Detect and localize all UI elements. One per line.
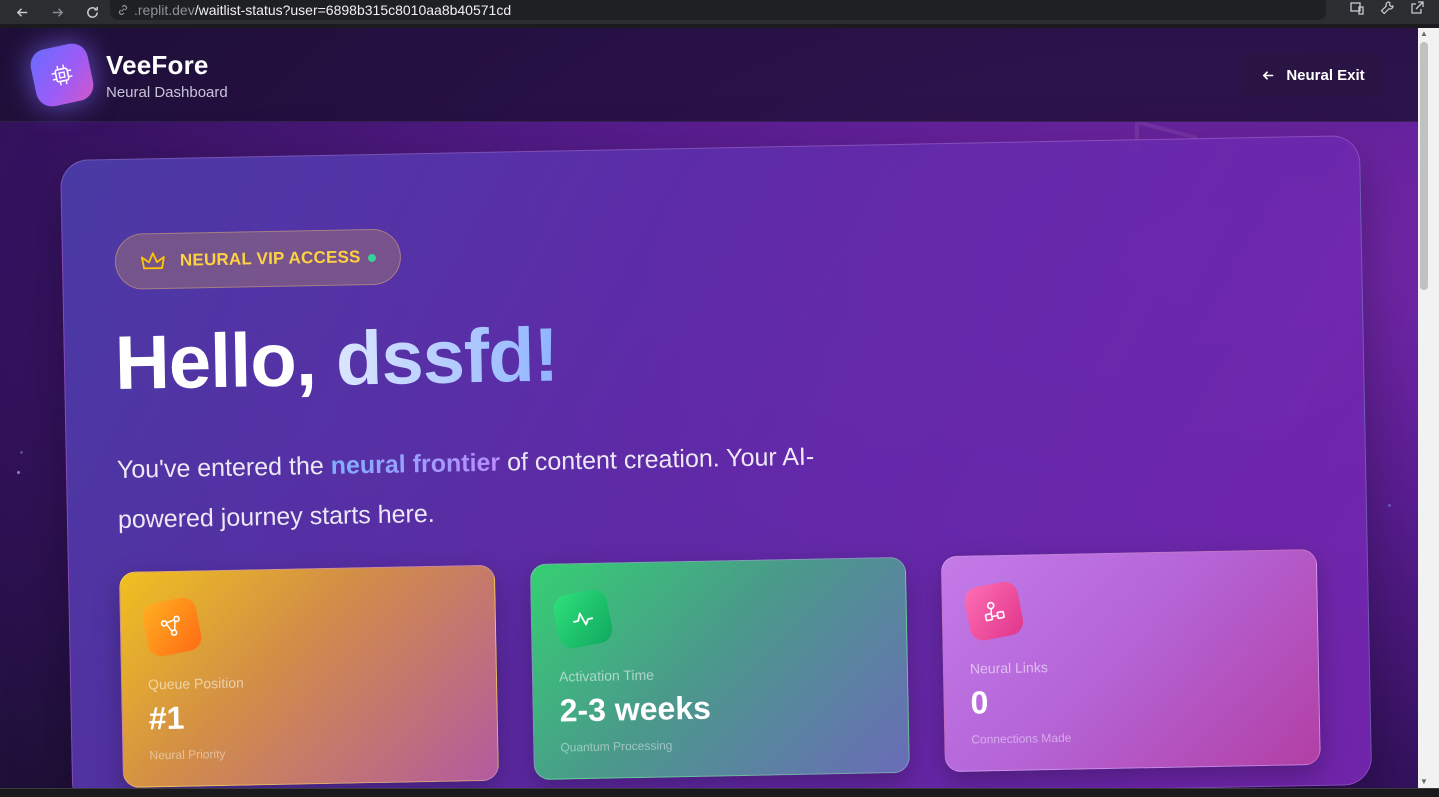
url-host: .replit.dev xyxy=(134,2,195,18)
activity-pulse-icon xyxy=(551,587,615,651)
stat-subtitle: Neural Priority xyxy=(149,746,226,763)
taskbar-strip xyxy=(0,788,1439,797)
device-toggle-icon[interactable] xyxy=(1349,0,1365,21)
greeting-heading: Hello, dssfd! xyxy=(114,311,559,406)
status-dot xyxy=(367,253,377,263)
vertical-scrollbar[interactable]: ▲ ▼ xyxy=(1418,28,1439,788)
scrollbar-thumb[interactable] xyxy=(1420,42,1428,290)
stat-label: Activation Time xyxy=(558,666,655,685)
neural-exit-label: Neural Exit xyxy=(1286,66,1365,84)
stat-label: Neural Links xyxy=(969,659,1048,677)
back-arrow-icon[interactable] xyxy=(10,0,34,24)
page-viewport: VeeFore Neural Dashboard Neural Exit NEU… xyxy=(0,28,1418,788)
reload-icon[interactable] xyxy=(80,0,104,24)
stat-label: Queue Position xyxy=(147,674,244,693)
stat-card-activation-time: Activation Time 2-3 weeks Quantum Proces… xyxy=(529,556,910,781)
network-node-icon xyxy=(140,595,204,659)
logo xyxy=(27,40,97,110)
forward-arrow-icon[interactable] xyxy=(45,0,69,24)
stat-card-queue-position: Queue Position #1 Neural Priority xyxy=(118,564,499,788)
app-header: VeeFore Neural Dashboard Neural Exit xyxy=(0,28,1418,122)
scroll-down-icon[interactable]: ▼ xyxy=(1418,776,1430,788)
stat-subtitle: Connections Made xyxy=(971,730,1072,747)
arrow-left-icon xyxy=(1262,70,1274,80)
wrench-icon[interactable] xyxy=(1379,0,1395,21)
intro-before: You've entered the xyxy=(116,451,331,484)
brand-subtitle: Neural Dashboard xyxy=(106,84,228,101)
stat-subtitle: Quantum Processing xyxy=(560,738,673,755)
intro-text: You've entered the neural frontier of co… xyxy=(116,430,898,545)
link-icon xyxy=(116,3,130,17)
decorative-dot xyxy=(17,471,20,474)
vip-access-label: NEURAL VIP ACCESS xyxy=(179,247,361,270)
chip-icon xyxy=(51,64,73,86)
intro-highlight: neural frontier xyxy=(330,448,501,480)
crown-icon xyxy=(140,252,165,270)
stat-value: #1 xyxy=(148,699,185,737)
decorative-dot xyxy=(1388,504,1391,507)
address-bar[interactable]: .replit.dev/waitlist-status?user=6898b31… xyxy=(110,0,1326,20)
user-name: dssfd! xyxy=(335,312,559,402)
welcome-card: NEURAL VIP ACCESS Hello, dssfd! You've e… xyxy=(60,135,1373,788)
greeting-prefix: Hello, xyxy=(114,316,337,406)
vip-access-badge: NEURAL VIP ACCESS xyxy=(114,228,402,290)
neural-exit-button[interactable]: Neural Exit xyxy=(1243,53,1383,97)
open-external-icon[interactable] xyxy=(1409,0,1425,21)
stat-card-neural-links: Neural Links 0 Connections Made xyxy=(940,548,1321,773)
stat-value: 0 xyxy=(970,684,989,721)
url-path: /waitlist-status?user=6898b315c8010aa8b4… xyxy=(194,2,512,18)
scroll-up-icon[interactable]: ▲ xyxy=(1418,28,1430,40)
stat-value: 2-3 weeks xyxy=(559,689,712,729)
share-nodes-icon xyxy=(962,579,1026,643)
brand-name: VeeFore xyxy=(106,50,209,80)
browser-toolbar: .replit.dev/waitlist-status?user=6898b31… xyxy=(0,0,1439,24)
decorative-dot xyxy=(20,451,23,454)
